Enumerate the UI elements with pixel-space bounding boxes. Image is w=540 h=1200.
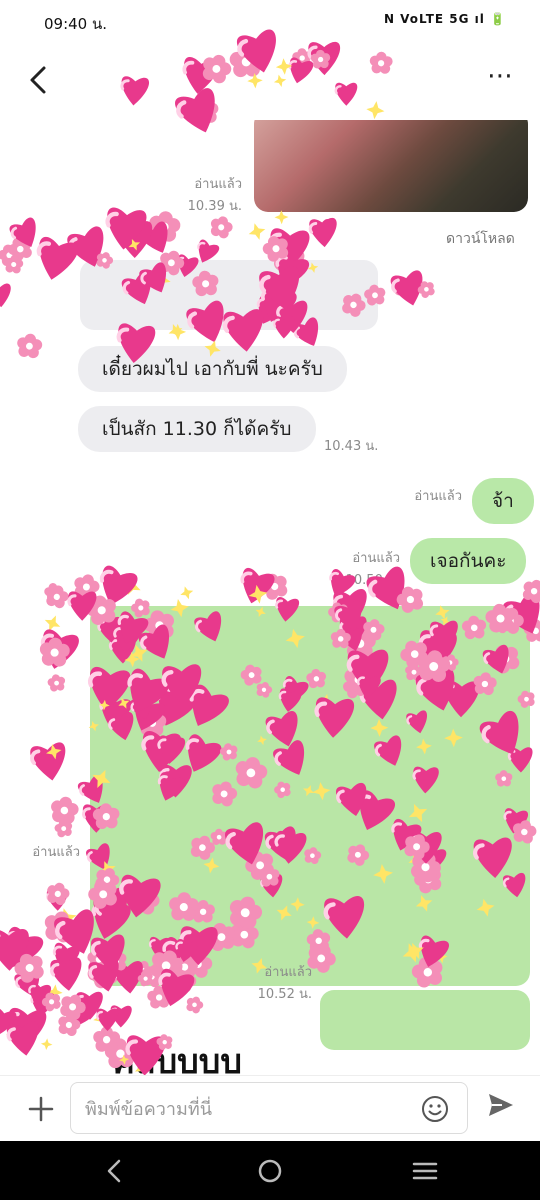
message-text: เดี๋ยวผมไป เอากับพี่ นะครับ (102, 358, 323, 380)
outgoing-message[interactable]: จ้า (472, 478, 534, 524)
recents-lines-icon (412, 1162, 438, 1180)
nav-home-button[interactable] (255, 1157, 285, 1185)
read-status: อ่านแล้ว (414, 489, 462, 504)
nav-back-button[interactable] (100, 1157, 130, 1185)
emoji-button[interactable] (421, 1095, 449, 1123)
back-chevron-icon (107, 1159, 121, 1183)
send-icon (489, 1094, 513, 1116)
chat-area[interactable]: อ่านแล้ว 10.39 น. ดาวน์โหลด เดี๋ยวผมไป เ… (0, 120, 540, 1075)
message-text: เจอกันคะ (430, 550, 507, 572)
outgoing-message[interactable]: เจอกันคะ (410, 538, 527, 584)
sent-image-card[interactable] (320, 990, 530, 1050)
photo-read-receipt: อ่านแล้ว 10.39 น. (160, 176, 242, 216)
incoming-message[interactable]: เป็นสัก 11.30 ก็ได้ครับ (78, 406, 316, 452)
sent-photo[interactable] (254, 120, 528, 212)
read-status: อ่านแล้ว (32, 845, 80, 860)
status-time: 09:40 น. (44, 15, 108, 33)
nav-recents-button[interactable] (410, 1157, 440, 1185)
message-time: 10.50 น. (345, 573, 400, 588)
chat-header: ⋯ (0, 44, 540, 120)
message-input-bar (0, 1075, 540, 1142)
incoming-message[interactable]: เดี๋ยวผมไป เอากับพี่ นะครับ (78, 346, 347, 392)
download-link[interactable]: ดาวน์โหลด (446, 228, 515, 250)
message-time: 10.39 น. (187, 199, 242, 214)
message-time: 10.52 น. (257, 987, 312, 1002)
back-button[interactable] (22, 62, 58, 98)
read-status: อ่านแล้ว (264, 965, 312, 980)
partial-message-text: คลิบบบบ (112, 1042, 242, 1075)
plus-icon (28, 1096, 54, 1122)
message-text: เป็นสัก 11.30 ก็ได้ครับ (102, 418, 292, 440)
received-photo[interactable] (80, 260, 378, 330)
read-status: อ่านแล้ว (352, 551, 400, 566)
more-icon: ⋯ (487, 61, 513, 91)
sent-image-card[interactable] (90, 606, 530, 986)
message-input-container (70, 1082, 468, 1134)
send-button[interactable] (486, 1090, 516, 1120)
image-receipt: อ่านแล้ว 10.52 น. (230, 964, 312, 1004)
outgoing-receipt: อ่านแล้ว 10.50 น. (318, 550, 400, 590)
add-attachment-button[interactable] (24, 1092, 58, 1126)
read-status: อ่านแล้ว (194, 177, 242, 192)
message-input[interactable] (83, 1093, 407, 1125)
smiley-icon (422, 1096, 448, 1122)
more-options-button[interactable]: ⋯ (482, 63, 518, 96)
status-bar: 09:40 น. N VoLTE 5G ıl 🔋 (0, 0, 540, 44)
status-indicators: N VoLTE 5G ıl 🔋 (383, 12, 506, 26)
message-time: 10.43 น. (324, 439, 379, 454)
chevron-left-icon (30, 66, 46, 94)
home-circle-icon (258, 1159, 282, 1183)
system-navigation-bar (0, 1141, 540, 1200)
message-text: จ้า (492, 490, 514, 512)
